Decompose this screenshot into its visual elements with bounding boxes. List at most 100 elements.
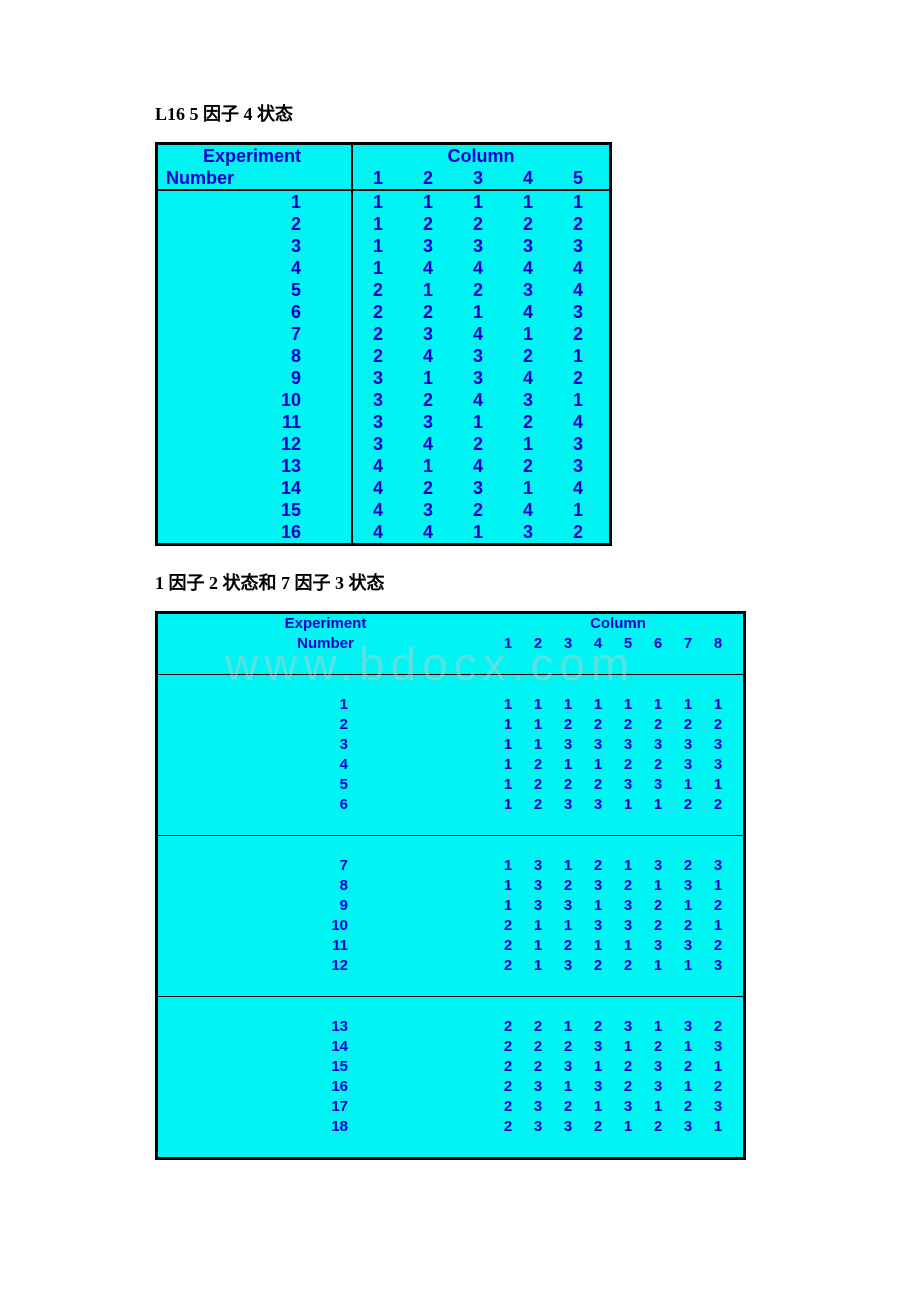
cell: 2 [553,521,609,543]
cell: 1 [352,235,403,257]
cell: 1 [453,301,503,323]
cell: 2 [583,1117,613,1137]
cell: 1 [703,1117,743,1137]
cell: 1 [523,956,553,976]
exp-number: 17 [158,1097,493,1117]
exp-number: 4 [158,755,493,775]
cell: 1 [403,455,453,477]
exp-number: 11 [158,411,352,433]
cell: 1 [493,896,523,916]
t2-colnum-5: 5 [613,634,643,654]
cell: 1 [703,916,743,936]
cell: 3 [523,1077,553,1097]
t2-colnum-1: 1 [493,634,523,654]
exp-number: 6 [158,795,493,815]
cell: 1 [553,345,609,367]
t2-colnum-6: 6 [643,634,673,654]
cell: 4 [503,499,553,521]
table-row: 1623132312 [158,1077,743,1097]
cell: 3 [503,389,553,411]
cell: 1 [703,876,743,896]
t1-colnum-5: 5 [553,167,609,190]
t2-colnum-8: 8 [703,634,743,654]
cell: 2 [673,1057,703,1077]
cell: 3 [523,896,553,916]
cell: 1 [493,775,523,795]
exp-number: 15 [158,499,352,521]
table-row: 414444 [158,257,609,279]
cell: 1 [352,257,403,279]
cell: 2 [703,896,743,916]
table-row: 1522312321 [158,1057,743,1077]
cell: 2 [673,916,703,936]
cell: 3 [703,1097,743,1117]
cell: 3 [352,433,403,455]
cell: 2 [553,775,583,795]
t2-hdr-experiment: Experiment [158,614,493,634]
cell: 4 [453,323,503,345]
cell: 3 [703,735,743,755]
cell: 1 [523,715,553,735]
cell: 1 [673,896,703,916]
cell: 3 [352,389,403,411]
exp-number: 1 [158,190,352,213]
cell: 4 [352,455,403,477]
cell: 2 [673,795,703,815]
t1-colnum-1: 1 [352,167,403,190]
cell: 1 [553,755,583,775]
cell: 1 [643,1017,673,1037]
cell: 2 [493,1097,523,1117]
cell: 3 [453,477,503,499]
cell: 2 [613,755,643,775]
cell: 3 [403,323,453,345]
cell: 2 [453,433,503,455]
cell: 3 [673,755,703,775]
cell: 4 [453,455,503,477]
table-row: 211222222 [158,715,743,735]
cell: 3 [583,795,613,815]
table-row: 1021133221 [158,916,743,936]
cell: 4 [403,257,453,279]
table-row: 1221322113 [158,956,743,976]
t2-colnum-4: 4 [583,634,613,654]
cell: 2 [613,876,643,896]
cell: 1 [553,190,609,213]
exp-number: 1 [158,695,493,715]
table-row: 622143 [158,301,609,323]
table-row: 931342 [158,367,609,389]
cell: 1 [453,190,503,213]
cell: 1 [583,1097,613,1117]
table-row: 212222 [158,213,609,235]
cell: 3 [583,876,613,896]
cell: 1 [673,1077,703,1097]
exp-number: 3 [158,235,352,257]
cell: 2 [503,411,553,433]
cell: 2 [523,755,553,775]
cell: 2 [493,916,523,936]
cell: 2 [523,775,553,795]
cell: 1 [553,389,609,411]
cell: 2 [523,1057,553,1077]
cell: 3 [613,775,643,795]
table-row: 111111111 [158,695,743,715]
exp-number: 11 [158,936,493,956]
cell: 2 [493,956,523,976]
cell: 2 [503,345,553,367]
cell: 2 [553,1037,583,1057]
t1-colnum-2: 2 [403,167,453,190]
cell: 3 [583,1037,613,1057]
cell: 2 [553,936,583,956]
table-row: 111111 [158,190,609,213]
t2-colnum-3: 3 [553,634,583,654]
cell: 3 [583,735,613,755]
t2-hdr-column: Column [493,614,743,634]
exp-number: 10 [158,916,493,936]
cell: 3 [553,1117,583,1137]
cell: 2 [553,715,583,735]
cell: 2 [703,936,743,956]
cell: 2 [673,856,703,876]
exp-number: 9 [158,896,493,916]
table-row: 1032431 [158,389,609,411]
cell: 1 [493,876,523,896]
exp-number: 16 [158,521,352,543]
